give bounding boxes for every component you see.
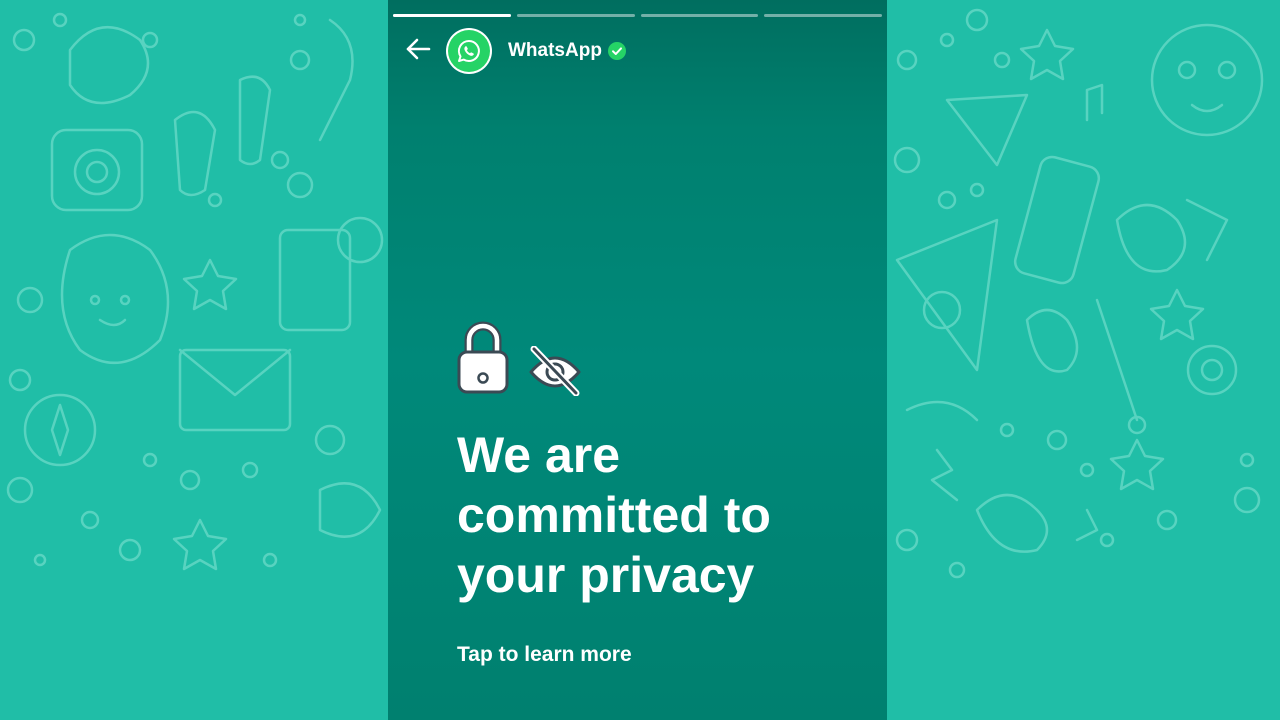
whatsapp-logo-icon	[448, 30, 490, 72]
account-name[interactable]: WhatsApp	[508, 40, 602, 62]
progress-segment	[764, 14, 882, 17]
progress-fill	[393, 14, 511, 17]
doodle-wallpaper-right	[887, 0, 1280, 720]
learn-more-link[interactable]: Tap to learn more	[457, 643, 632, 667]
padlock-icon	[456, 320, 510, 401]
eye-slash-icon	[528, 345, 582, 401]
story-header: WhatsApp	[388, 26, 887, 76]
story-viewer: WhatsApp We are committed to your privac…	[0, 0, 1280, 720]
progress-segment	[393, 14, 511, 17]
progress-segment	[516, 14, 635, 17]
back-button[interactable]	[403, 36, 433, 66]
status-story-panel[interactable]: WhatsApp We are committed to your privac…	[388, 0, 887, 720]
avatar[interactable]	[446, 28, 492, 74]
headline: We are committed to your privacy	[457, 427, 771, 603]
progress-segment	[640, 14, 759, 17]
privacy-icons	[456, 320, 582, 401]
doodle-wallpaper-left	[0, 0, 388, 720]
verified-check-icon	[607, 42, 626, 60]
arrow-left-icon	[405, 37, 431, 66]
story-progress-bar	[393, 14, 882, 17]
